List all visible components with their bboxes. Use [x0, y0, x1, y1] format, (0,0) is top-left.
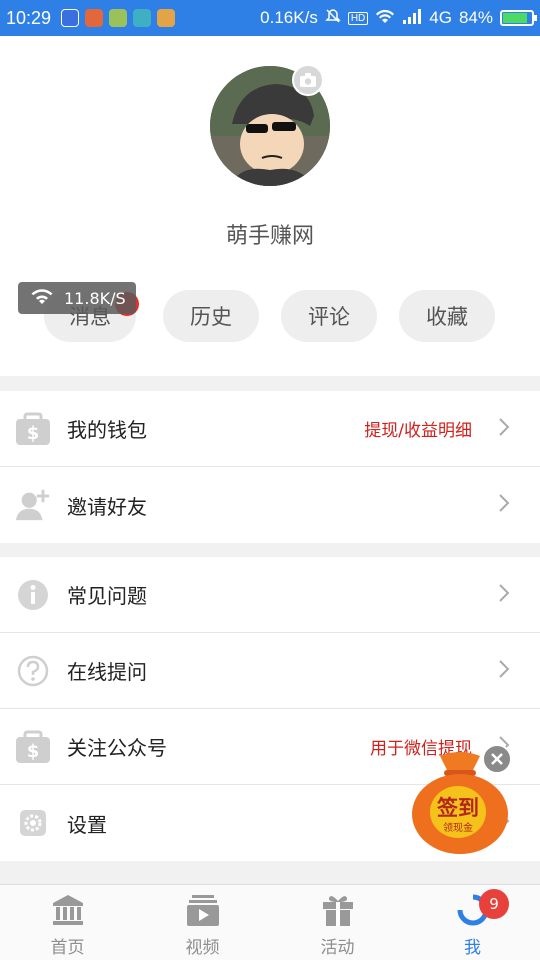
- status-bar: 10:29 0.16K/s HD 4G 84%: [0, 0, 540, 36]
- wallet-icon: $: [15, 411, 51, 447]
- question-icon: [15, 653, 51, 689]
- add-friend-icon: [15, 487, 51, 523]
- menu-item-faq[interactable]: 常见问题: [0, 557, 540, 633]
- signin-title: 签到: [437, 796, 479, 820]
- nav-label: 视频: [185, 938, 220, 958]
- nav-label: 活动: [320, 938, 355, 958]
- menu-group-account: $ 我的钱包 提现/收益明细 邀请好友: [0, 391, 540, 543]
- network-type: 4G: [429, 8, 452, 27]
- menu-label: 设置: [67, 812, 107, 837]
- gift-icon: [321, 893, 355, 931]
- speed-toast-value: 11.8K/S: [64, 288, 126, 308]
- chevron-right-icon: [498, 583, 510, 607]
- tab-history[interactable]: 历史: [163, 290, 259, 342]
- menu-label: 邀请好友: [67, 494, 147, 519]
- mute-icon: [325, 8, 341, 29]
- close-icon[interactable]: [482, 744, 512, 774]
- menu-label: 关注公众号: [67, 736, 167, 760]
- network-speed: 0.16K/s: [260, 8, 318, 27]
- battery-percent: 84%: [458, 8, 493, 27]
- nav-label: 首页: [50, 938, 85, 958]
- profile-section: 萌手赚网 消息 历史 评论 收藏 11.8K/S: [0, 36, 540, 376]
- lock-app-icon: [61, 9, 80, 27]
- menu-item-ask[interactable]: 在线提问: [0, 633, 540, 709]
- bottom-nav: 首页 视频 活动 我 9: [0, 884, 540, 960]
- tab-favorites[interactable]: 收藏: [399, 290, 495, 342]
- menu-extra-text[interactable]: 提现/收益明细: [364, 416, 472, 441]
- tab-label: 评论: [308, 305, 350, 329]
- chevron-right-icon: [498, 493, 510, 517]
- camera-icon[interactable]: [292, 64, 324, 96]
- svg-text:$: $: [27, 741, 40, 762]
- battery-icon: [500, 10, 537, 26]
- notification-app-icon-3: [157, 9, 176, 27]
- nickname: 萌手赚网: [225, 224, 314, 249]
- info-icon: [15, 577, 51, 613]
- menu-item-invite[interactable]: 邀请好友: [0, 467, 540, 543]
- nav-activity[interactable]: 活动: [270, 885, 405, 960]
- gear-icon: [15, 805, 51, 841]
- video-icon: [186, 893, 220, 931]
- home-icon: [51, 893, 85, 931]
- menu-label: 在线提问: [67, 660, 147, 684]
- nav-video[interactable]: 视频: [135, 885, 270, 960]
- tab-label: 历史: [190, 305, 232, 329]
- tab-comments[interactable]: 评论: [281, 290, 377, 342]
- signal-icon: [402, 8, 422, 29]
- status-time: 10:29: [6, 7, 52, 28]
- nav-badge: 9: [479, 889, 509, 919]
- wifi-icon: [375, 8, 395, 29]
- nav-home[interactable]: 首页: [0, 885, 135, 960]
- wifi-icon: [30, 287, 54, 309]
- notification-app-icon: [85, 9, 104, 27]
- menu-label: 我的钱包: [67, 418, 147, 442]
- nav-label: 我: [464, 938, 481, 958]
- signin-subtitle: 领现金: [443, 823, 473, 834]
- network-speed-toast: 11.8K/S: [18, 282, 136, 314]
- hd-icon: HD: [347, 11, 369, 25]
- notification-app-icon-2: [109, 9, 128, 27]
- chevron-right-icon: [498, 659, 510, 683]
- chevron-right-icon: [498, 417, 510, 441]
- svg-text:$: $: [27, 423, 40, 444]
- menu-item-wallet[interactable]: $ 我的钱包 提现/收益明细: [0, 391, 540, 467]
- wallet-icon: $: [15, 729, 51, 765]
- menu-label: 常见问题: [67, 584, 147, 608]
- scan-app-icon: [133, 9, 152, 27]
- tab-label: 收藏: [426, 305, 468, 329]
- nav-profile[interactable]: 我 9: [405, 885, 540, 960]
